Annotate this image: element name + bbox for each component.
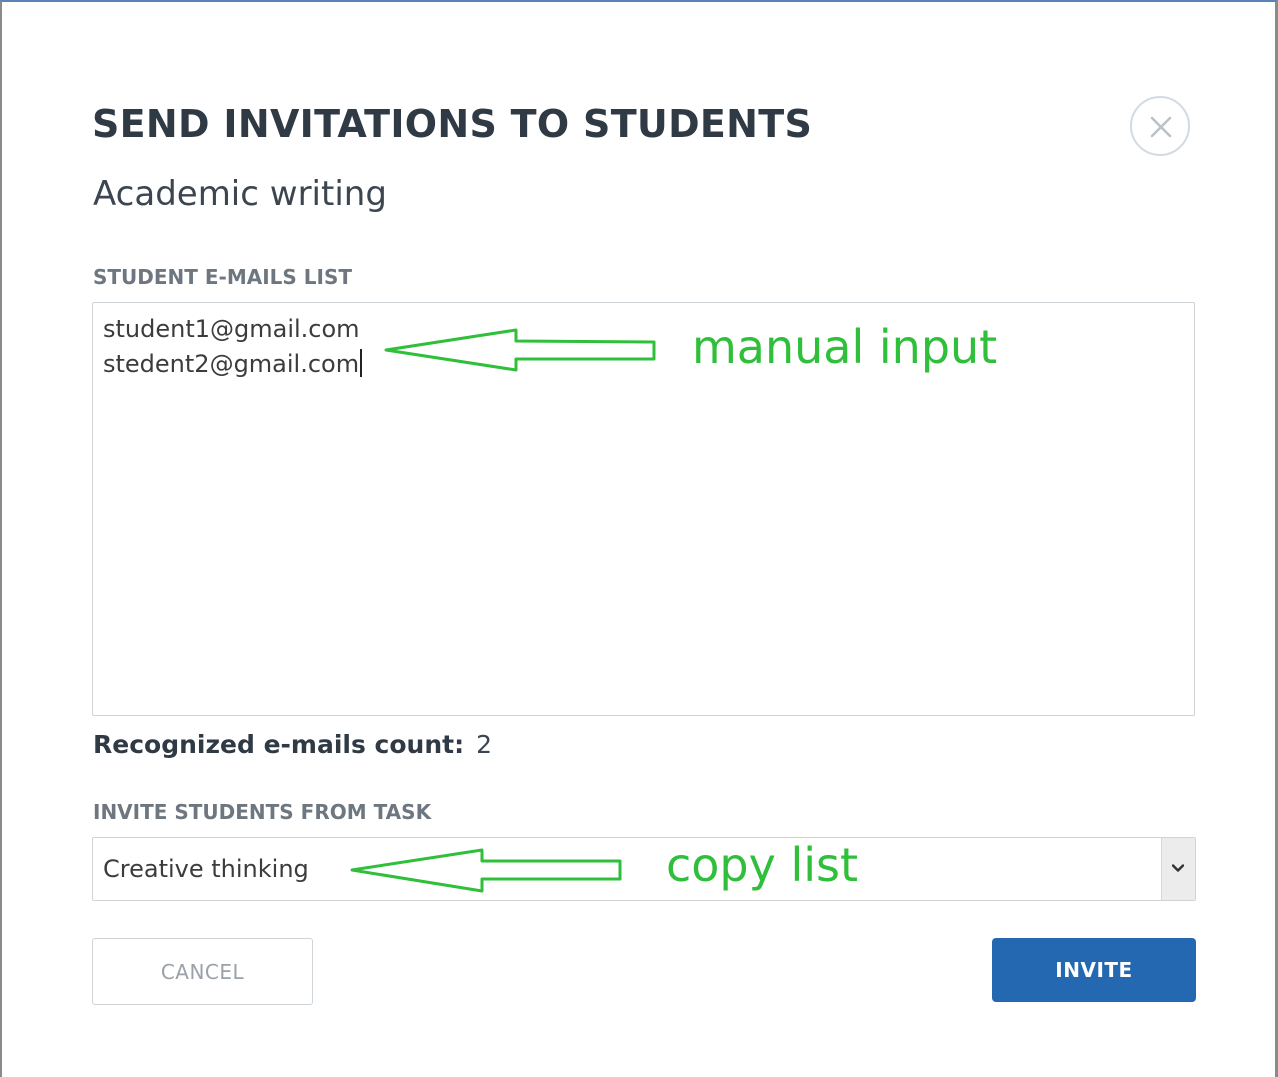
task-select[interactable]: Creative thinking: [92, 837, 1196, 901]
recognized-count-row: Recognized e-mails count: 2: [93, 730, 492, 759]
left-arrow-icon: [350, 848, 622, 893]
email-line: student1@gmail.com: [103, 315, 360, 343]
chevron-down-icon: [1172, 864, 1184, 872]
invite-from-task-label: INVITE STUDENTS FROM TASK: [93, 800, 432, 824]
dialog-subtitle: Academic writing: [93, 174, 387, 214]
recognized-count-value: 2: [476, 730, 492, 759]
recognized-count-label: Recognized e-mails count:: [93, 730, 465, 759]
task-select-value: Creative thinking: [103, 855, 309, 883]
close-icon: [1150, 116, 1172, 138]
manual-input-annotation: manual input: [692, 320, 998, 374]
left-arrow-icon: [384, 328, 656, 372]
text-caret: [360, 349, 363, 377]
email-line: stedent2@gmail.com: [103, 349, 363, 378]
select-arrow[interactable]: [1161, 838, 1195, 900]
dialog-window: SEND INVITATIONS TO STUDENTS Academic wr…: [0, 0, 1278, 1077]
invite-button[interactable]: INVITE: [992, 938, 1196, 1002]
dialog-title: SEND INVITATIONS TO STUDENTS: [92, 102, 813, 146]
close-button[interactable]: [1130, 96, 1190, 156]
cancel-button[interactable]: CANCEL: [92, 938, 313, 1005]
copy-list-annotation: copy list: [666, 838, 859, 892]
emails-list-label: STUDENT E-MAILS LIST: [93, 265, 353, 289]
